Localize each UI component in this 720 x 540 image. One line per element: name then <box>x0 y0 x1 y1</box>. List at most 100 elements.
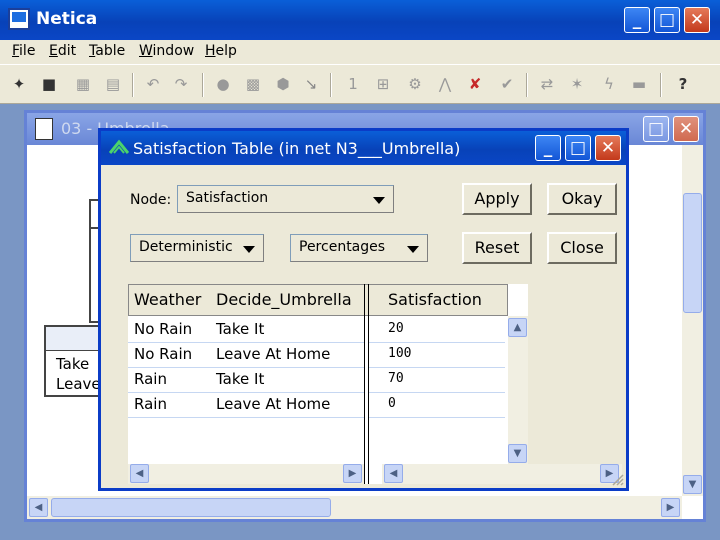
dialog-close-button[interactable]: ✕ <box>595 135 621 161</box>
node-header <box>46 327 106 351</box>
network-vertical-scrollbar[interactable]: ▼ <box>682 145 703 496</box>
utility-node-icon[interactable]: ⬢ <box>272 73 294 95</box>
table-right-horizontal-scrollbar[interactable]: ◀ ▶ <box>382 464 622 484</box>
scroll-left-arrow-icon[interactable]: ◀ <box>29 498 48 517</box>
absorb-icon[interactable]: ⋀ <box>434 73 456 95</box>
help-icon[interactable]: ? <box>672 73 694 95</box>
menu-table[interactable]: Table <box>89 43 125 59</box>
node-state-label: Take <box>56 355 90 373</box>
lightning-icon[interactable]: ϟ <box>598 73 620 95</box>
redo-icon[interactable]: ↷ <box>170 73 192 95</box>
netica-node-icon <box>108 139 130 155</box>
scroll-down-arrow-icon[interactable]: ▼ <box>508 444 527 463</box>
scroll-right-arrow-icon[interactable]: ▶ <box>343 464 362 483</box>
column-divider <box>368 284 369 484</box>
new-icon[interactable]: ✦ <box>8 73 30 95</box>
maximize-button[interactable]: □ <box>654 7 680 33</box>
close-button[interactable]: ✕ <box>684 7 710 33</box>
vertical-scroll-thumb[interactable] <box>683 193 702 313</box>
netica-main-window: Netica _ □ ✕ File Edit Table Window Help… <box>0 0 720 540</box>
scroll-left-arrow-icon[interactable]: ◀ <box>130 464 149 483</box>
table-vertical-scrollbar[interactable]: ▲ ▼ <box>508 316 528 466</box>
menu-table-label: Table <box>89 43 126 59</box>
dialog-maximize-button[interactable]: □ <box>565 135 591 161</box>
print-icon[interactable]: ▦ <box>72 73 94 95</box>
menu-file-label: File <box>12 43 36 59</box>
scroll-left-arrow-icon[interactable]: ◀ <box>384 464 403 483</box>
resize-grip-icon[interactable] <box>610 472 624 486</box>
row-divider <box>369 417 505 418</box>
minimize-icon: _ <box>632 10 642 30</box>
bayes-icon[interactable]: ✶ <box>566 73 588 95</box>
netica-app-icon[interactable] <box>8 8 30 30</box>
title-bar[interactable]: Netica _ □ ✕ <box>0 0 720 40</box>
toolbar-separator <box>202 73 204 97</box>
scroll-down-arrow-icon[interactable]: ▼ <box>683 475 702 494</box>
menu-edit[interactable]: Edit <box>49 43 76 59</box>
cell-satisfaction[interactable]: 0 <box>388 392 396 417</box>
network-icon[interactable]: ⊞ <box>372 73 394 95</box>
toolbar-separator <box>330 73 332 97</box>
toolbar: ✦ ■ ▦ ▤ ↶ ↷ ● ▩ ⬢ ↘ 1 ⊞ ⚙ ⋀ ✘ ✔ ⇄ ✶ ϟ ▬ … <box>0 64 720 104</box>
minimize-icon: _ <box>543 138 553 158</box>
network-horizontal-scrollbar[interactable]: ◀ ▶ <box>27 496 682 519</box>
reset-button[interactable]: Reset <box>462 232 532 264</box>
cell-decide: Take It <box>216 370 265 388</box>
maximize-icon: □ <box>647 119 665 139</box>
cell-satisfaction[interactable]: 70 <box>388 367 404 392</box>
row-divider <box>128 417 364 418</box>
copy-icon[interactable]: ▤ <box>102 73 124 95</box>
save-icon[interactable]: ■ <box>38 73 60 95</box>
chevron-down-icon <box>373 197 385 204</box>
horizontal-scroll-thumb[interactable] <box>51 498 331 517</box>
menu-file[interactable]: File <box>12 43 35 59</box>
okay-button[interactable]: Okay <box>547 183 617 215</box>
compile-icon[interactable]: 1 <box>342 73 364 95</box>
net-maximize-button[interactable]: □ <box>643 116 669 142</box>
node-state-label: Leave <box>56 375 101 393</box>
close-dialog-button[interactable]: Close <box>547 232 617 264</box>
column-divider <box>364 284 365 484</box>
dialog-title: Satisfaction Table (in net N3___Umbrella… <box>133 139 461 158</box>
link-icon[interactable]: ↘ <box>300 73 322 95</box>
dialog-title-bar[interactable]: Satisfaction Table (in net N3___Umbrella… <box>101 131 626 165</box>
column-header-weather[interactable]: Weather <box>134 284 201 316</box>
dialog-minimize-button[interactable]: _ <box>535 135 561 161</box>
decision-node-icon[interactable]: ▩ <box>242 73 264 95</box>
table-left-horizontal-scrollbar[interactable]: ◀ ▶ <box>128 464 364 484</box>
column-header-decide-umbrella[interactable]: Decide_Umbrella <box>216 284 352 316</box>
cell-decide: Leave At Home <box>216 345 331 363</box>
net-close-button[interactable]: ✕ <box>673 116 699 142</box>
menu-edit-label: Edit <box>49 43 77 59</box>
menu-window[interactable]: Window <box>139 43 194 59</box>
check-icon[interactable]: ✔ <box>496 73 518 95</box>
nature-node-icon[interactable]: ● <box>212 73 234 95</box>
cell-satisfaction[interactable]: 20 <box>388 317 404 342</box>
undo-icon[interactable]: ↶ <box>142 73 164 95</box>
cell-satisfaction[interactable]: 100 <box>388 342 411 367</box>
cell-weather: No Rain <box>134 320 193 338</box>
reverse-link-icon[interactable]: ⇄ <box>536 73 558 95</box>
column-header-satisfaction[interactable]: Satisfaction <box>388 284 482 316</box>
table-icon[interactable]: ▬ <box>628 73 650 95</box>
cell-decide: Take It <box>216 320 265 338</box>
node-select[interactable]: Satisfaction <box>177 185 394 213</box>
run-icon[interactable]: ⚙ <box>404 73 426 95</box>
display-format-value: Percentages <box>299 239 386 255</box>
cell-decide: Leave At Home <box>216 395 331 413</box>
function-type-select[interactable]: Deterministic <box>130 234 264 262</box>
scroll-right-arrow-icon[interactable]: ▶ <box>661 498 680 517</box>
apply-button[interactable]: Apply <box>462 183 532 215</box>
cell-weather: No Rain <box>134 345 193 363</box>
minimize-button[interactable]: _ <box>624 7 650 33</box>
scroll-up-arrow-icon[interactable]: ▲ <box>508 318 527 337</box>
cell-weather: Rain <box>134 395 167 413</box>
app-title: Netica <box>36 9 98 29</box>
display-format-select[interactable]: Percentages <box>290 234 428 262</box>
menu-help[interactable]: Help <box>205 43 237 59</box>
node-select-value: Satisfaction <box>186 190 269 206</box>
cell-weather: Rain <box>134 370 167 388</box>
uncompile-icon[interactable]: ✘ <box>464 73 486 95</box>
menu-help-label: Help <box>205 43 237 59</box>
network-node-decide-umbrella[interactable]: Take Leave <box>44 325 106 397</box>
